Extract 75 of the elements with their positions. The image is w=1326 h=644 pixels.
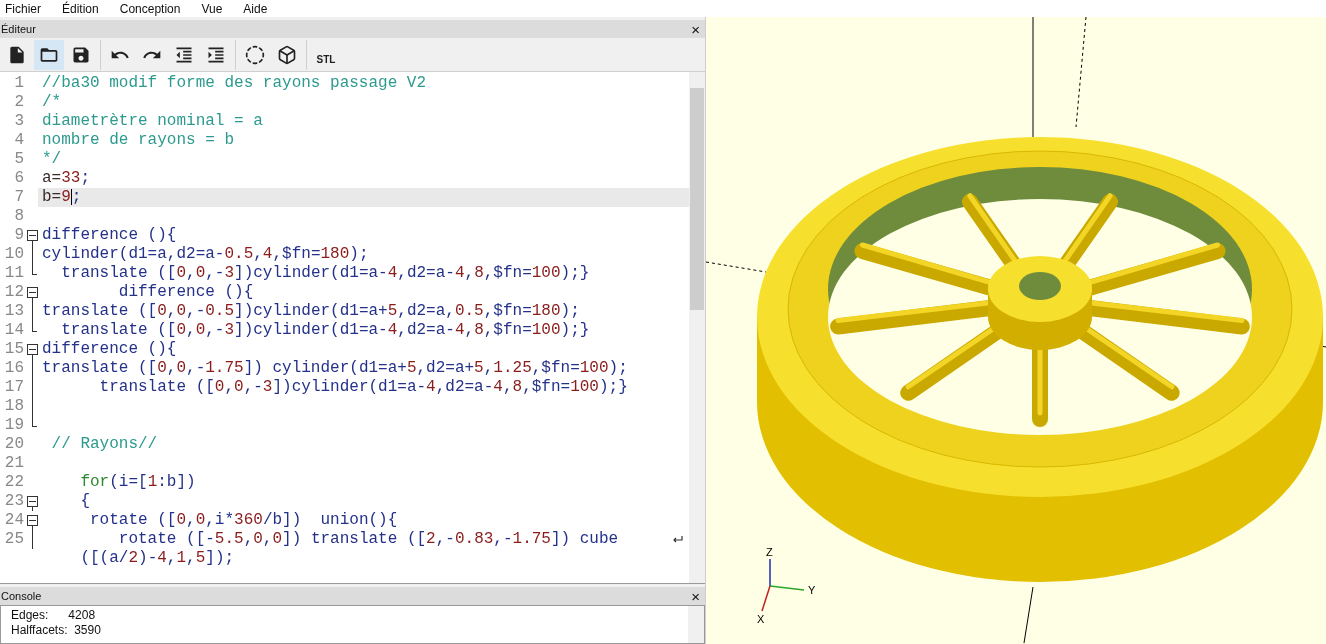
- menu-item[interactable]: Aide: [243, 0, 268, 18]
- line-number: 3: [13, 112, 25, 131]
- menu-item[interactable]: Conception: [119, 0, 181, 18]
- scrollbar[interactable]: [689, 72, 705, 583]
- line-number: 11: [3, 264, 25, 283]
- line-number: 1: [13, 74, 25, 93]
- code-line: //ba30 modif forme des rayons passage V2: [42, 74, 427, 93]
- fold-toggle[interactable]: [27, 515, 38, 526]
- line-number: 13: [3, 302, 25, 321]
- fold-toggle[interactable]: [27, 287, 38, 298]
- code-line: difference (){: [42, 340, 177, 359]
- toolbar-button[interactable]: [34, 39, 64, 70]
- line-number: 15: [3, 340, 25, 359]
- code-line: a=33;: [42, 169, 90, 188]
- line-number: 5: [13, 150, 25, 169]
- line-number: 22: [3, 473, 25, 492]
- axis-label: Z: [766, 546, 773, 558]
- line-number: 10: [3, 245, 25, 264]
- code-line: translate ([0,0,-3])cylinder(d1=a-4,d2=a-4,8,$fn=100);}: [60, 264, 590, 283]
- code-line: nombre de rayons = b: [42, 131, 235, 150]
- line-number: 16: [3, 359, 25, 378]
- code-line: // Rayons//: [50, 435, 158, 454]
- toolbar-button[interactable]: STL: [311, 39, 341, 70]
- axis-label: X: [757, 613, 765, 625]
- line-number: 20: [3, 435, 25, 454]
- line-number: 17: [3, 378, 25, 397]
- line-number: 19: [3, 416, 25, 435]
- panel-title: Éditeur: [1, 21, 36, 37]
- line-number: 7: [13, 188, 25, 207]
- axis-indicator: [761, 558, 805, 612]
- code-line: cylinder(d1=a,d2=a-0.5,4,$fn=180);: [42, 245, 369, 264]
- code-line: for(i=[1:b]): [79, 473, 196, 492]
- close-button[interactable]: ×: [687, 21, 704, 37]
- code-line: translate ([0,0,-1.75]) cylinder(d1=a+5,d2=a+5,1.25,$fn=100);: [42, 359, 628, 378]
- fold-toggle[interactable]: [27, 496, 38, 507]
- line-number: 18: [3, 397, 25, 416]
- code-line: difference (){: [117, 283, 254, 302]
- code-line: /*: [42, 93, 62, 112]
- code-line: rotate ([-5.5,0,0]) translate ([2,-0.83,-1.75]) cube: [117, 530, 619, 549]
- axis-label: Y: [808, 584, 816, 596]
- code-line: difference (){: [42, 226, 177, 245]
- cube-icon: [277, 44, 297, 65]
- fold-toggle[interactable]: [27, 344, 38, 355]
- code-line: diametrètre nominal = a: [42, 112, 263, 131]
- line-number: 12: [3, 283, 25, 302]
- code-line: b=9;: [42, 188, 82, 207]
- line-number: 2: [13, 93, 25, 112]
- panel-title: Console: [1, 588, 42, 604]
- fold-toggle[interactable]: [27, 230, 38, 241]
- line-number: 9: [13, 226, 25, 245]
- menu-item[interactable]: Édition: [62, 0, 99, 18]
- line-number: 23: [3, 492, 25, 511]
- line-number: 6: [13, 169, 25, 188]
- close-button[interactable]: ×: [687, 588, 704, 604]
- line-number: 24: [3, 511, 25, 530]
- scrollbar[interactable]: [688, 606, 704, 643]
- line-number: 14: [3, 321, 25, 340]
- code-line: ([(a/2)-4,1,5]);: [79, 549, 235, 568]
- console-line: Halffacets: 3590: [11, 623, 101, 638]
- export-label: STL: [316, 54, 336, 65]
- console-line: Edges: 4208: [11, 608, 96, 623]
- line-number: 8: [13, 207, 25, 226]
- wrap-icon: [672, 534, 683, 545]
- line-number: 21: [3, 454, 25, 473]
- code-line: */: [42, 150, 62, 169]
- menu-item[interactable]: Fichier: [5, 0, 41, 18]
- new-file-icon: [7, 44, 27, 65]
- code-line: rotate ([0,0,i*360/b]) union(){: [89, 511, 398, 530]
- code-line: translate ([0,0,-3])cylinder(d1=a-4,d2=a-4,8,$fn=100);}: [60, 321, 590, 340]
- code-line: translate ([0,0,-3])cylinder(d1=a-4,d2=a-4,8,$fn=100);}: [98, 378, 628, 397]
- line-number: 4: [13, 131, 25, 150]
- code-line: translate ([0,0,-0.5])cylinder(d1=a+5,d2=a,0.5,$fn=180);: [42, 302, 580, 321]
- line-number: 25: [3, 530, 25, 549]
- code-line: {: [79, 492, 90, 511]
- menu-item[interactable]: Vue: [201, 0, 223, 18]
